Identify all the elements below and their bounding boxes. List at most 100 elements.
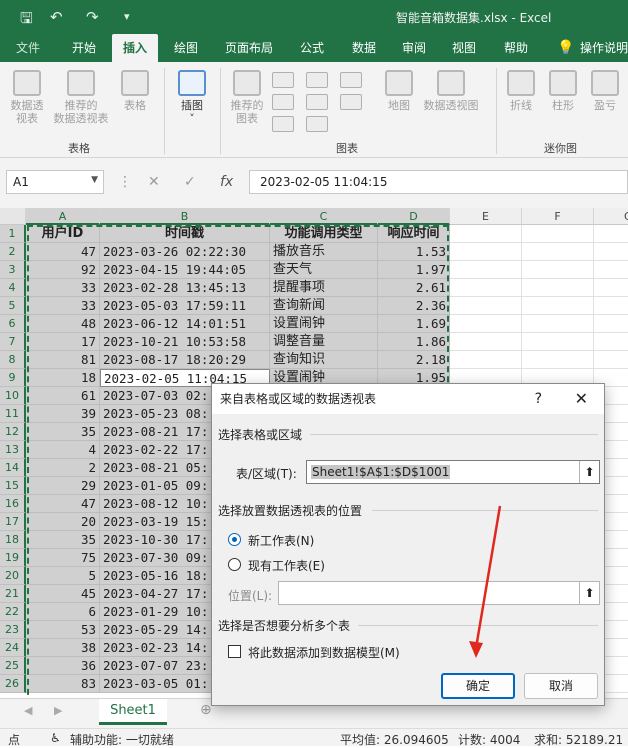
accessibility-status[interactable]: 辅助功能: 一切就绪 (70, 731, 174, 748)
row-header[interactable]: 23 (0, 621, 26, 639)
cell[interactable]: 47 (26, 495, 100, 513)
cell[interactable]: 81 (26, 351, 100, 369)
row-header[interactable]: 5 (0, 297, 26, 315)
tab-page-layout[interactable]: 页面布局 (218, 34, 280, 62)
empty-cell[interactable] (594, 225, 628, 243)
cell[interactable]: 2023-02-28 13:45:13 (100, 279, 270, 297)
tab-home[interactable]: 开始 (64, 34, 104, 62)
cell[interactable]: 47 (26, 243, 100, 261)
cell[interactable]: 75 (26, 549, 100, 567)
column-title-cell[interactable]: 用户ID (26, 225, 100, 243)
cell[interactable]: 设置闹钟 (270, 315, 378, 333)
row-header[interactable]: 1 (0, 225, 26, 243)
row-header[interactable]: 17 (0, 513, 26, 531)
cell[interactable]: 4 (26, 441, 100, 459)
column-header-g[interactable]: G (594, 208, 628, 225)
tab-file[interactable]: 文件 (8, 34, 48, 62)
empty-cell[interactable] (522, 315, 594, 333)
row-header[interactable]: 19 (0, 549, 26, 567)
cell[interactable]: 1.69 (378, 315, 450, 333)
cell[interactable]: 35 (26, 423, 100, 441)
cell[interactable]: 20 (26, 513, 100, 531)
cell[interactable]: 提醒事项 (270, 279, 378, 297)
new-worksheet-label[interactable]: 新工作表(N) (248, 532, 314, 549)
sparkline-line-button[interactable]: 折线 (504, 70, 538, 112)
cell[interactable]: 2023-10-21 10:53:58 (100, 333, 270, 351)
row-header[interactable]: 20 (0, 567, 26, 585)
cell[interactable]: 53 (26, 621, 100, 639)
cell[interactable]: 2023-06-12 14:01:51 (100, 315, 270, 333)
pivot-chart-button[interactable]: 数据透视图 (420, 70, 482, 112)
cancel-icon[interactable]: ✕ (148, 174, 160, 190)
empty-cell[interactable] (594, 261, 628, 279)
close-button[interactable]: ✕ (575, 384, 588, 414)
name-box[interactable]: A1 ▼ (6, 170, 104, 194)
new-worksheet-radio[interactable] (228, 533, 241, 546)
range-input[interactable]: Sheet1!$A$1:$D$1001 ⬆ (306, 460, 600, 484)
cell[interactable]: 92 (26, 261, 100, 279)
illustrations-button[interactable]: 插图 ˅ (172, 66, 212, 125)
cell[interactable]: 2.61 (378, 279, 450, 297)
cell[interactable]: 调整音量 (270, 333, 378, 351)
table-button[interactable]: 表格 (118, 70, 152, 112)
select-all-corner[interactable] (0, 208, 26, 225)
cancel-button[interactable]: 取消 (524, 673, 598, 699)
tab-view[interactable]: 视图 (444, 34, 484, 62)
cell[interactable]: 2.18 (378, 351, 450, 369)
row-header[interactable]: 9 (0, 369, 26, 387)
location-input[interactable]: ⬆ (278, 581, 600, 605)
sparkline-column-button[interactable]: 柱形 (546, 70, 580, 112)
enter-icon[interactable]: ✓ (184, 174, 196, 190)
formula-input[interactable]: 2023-02-05 11:04:15 (249, 170, 628, 194)
empty-cell[interactable] (450, 225, 522, 243)
map-chart-button[interactable]: 地图 (382, 70, 416, 112)
row-header[interactable]: 6 (0, 315, 26, 333)
row-header[interactable]: 13 (0, 441, 26, 459)
combo-chart-icon[interactable] (340, 94, 362, 110)
column-header-d[interactable]: D (378, 208, 450, 225)
cell[interactable]: 29 (26, 477, 100, 495)
customize-toolbar-icon[interactable]: ▾ (124, 10, 130, 23)
data-model-label[interactable]: 将此数据添加到数据模型(M) (248, 644, 400, 661)
row-header[interactable]: 11 (0, 405, 26, 423)
empty-cell[interactable] (450, 297, 522, 315)
column-header-e[interactable]: E (450, 208, 522, 225)
sparkline-winloss-button[interactable]: 盈亏 (588, 70, 622, 112)
cell[interactable]: 2023-08-17 18:20:29 (100, 351, 270, 369)
row-header[interactable]: 18 (0, 531, 26, 549)
save-icon[interactable]: 🖫 (20, 8, 33, 33)
ok-button[interactable]: 确定 (441, 673, 515, 699)
column-title-cell[interactable]: 响应时间 (378, 225, 450, 243)
cell[interactable]: 83 (26, 675, 100, 693)
row-header[interactable]: 26 (0, 675, 26, 693)
cell[interactable]: 播放音乐 (270, 243, 378, 261)
empty-cell[interactable] (450, 261, 522, 279)
tab-help[interactable]: 帮助 (496, 34, 536, 62)
row-header[interactable]: 3 (0, 261, 26, 279)
cell[interactable]: 2023-04-15 19:44:05 (100, 261, 270, 279)
cell[interactable]: 35 (26, 531, 100, 549)
column-header-c[interactable]: C (270, 208, 378, 225)
empty-cell[interactable] (522, 333, 594, 351)
empty-cell[interactable] (522, 351, 594, 369)
empty-cell[interactable] (450, 243, 522, 261)
collapse-dialog-icon[interactable]: ⬆ (579, 582, 599, 604)
row-header[interactable]: 12 (0, 423, 26, 441)
column-title-cell[interactable]: 功能调用类型 (270, 225, 378, 243)
scatter-chart-icon[interactable] (306, 116, 328, 132)
empty-cell[interactable] (594, 315, 628, 333)
column-header-a[interactable]: A (26, 208, 100, 225)
column-chart-icon[interactable] (272, 72, 294, 88)
existing-worksheet-label[interactable]: 现有工作表(E) (248, 557, 325, 574)
line-chart-icon[interactable] (272, 94, 294, 110)
cell[interactable]: 61 (26, 387, 100, 405)
undo-icon[interactable]: ↶ (50, 8, 63, 26)
insert-function-icon[interactable]: fx (220, 174, 233, 190)
existing-worksheet-radio[interactable] (228, 558, 241, 571)
recommended-pivot-button[interactable]: 推荐的 数据透视表 (50, 70, 112, 125)
row-header[interactable]: 22 (0, 603, 26, 621)
row-header[interactable]: 10 (0, 387, 26, 405)
empty-cell[interactable] (450, 315, 522, 333)
collapse-dialog-icon[interactable]: ⬆ (579, 461, 599, 483)
cell[interactable]: 38 (26, 639, 100, 657)
